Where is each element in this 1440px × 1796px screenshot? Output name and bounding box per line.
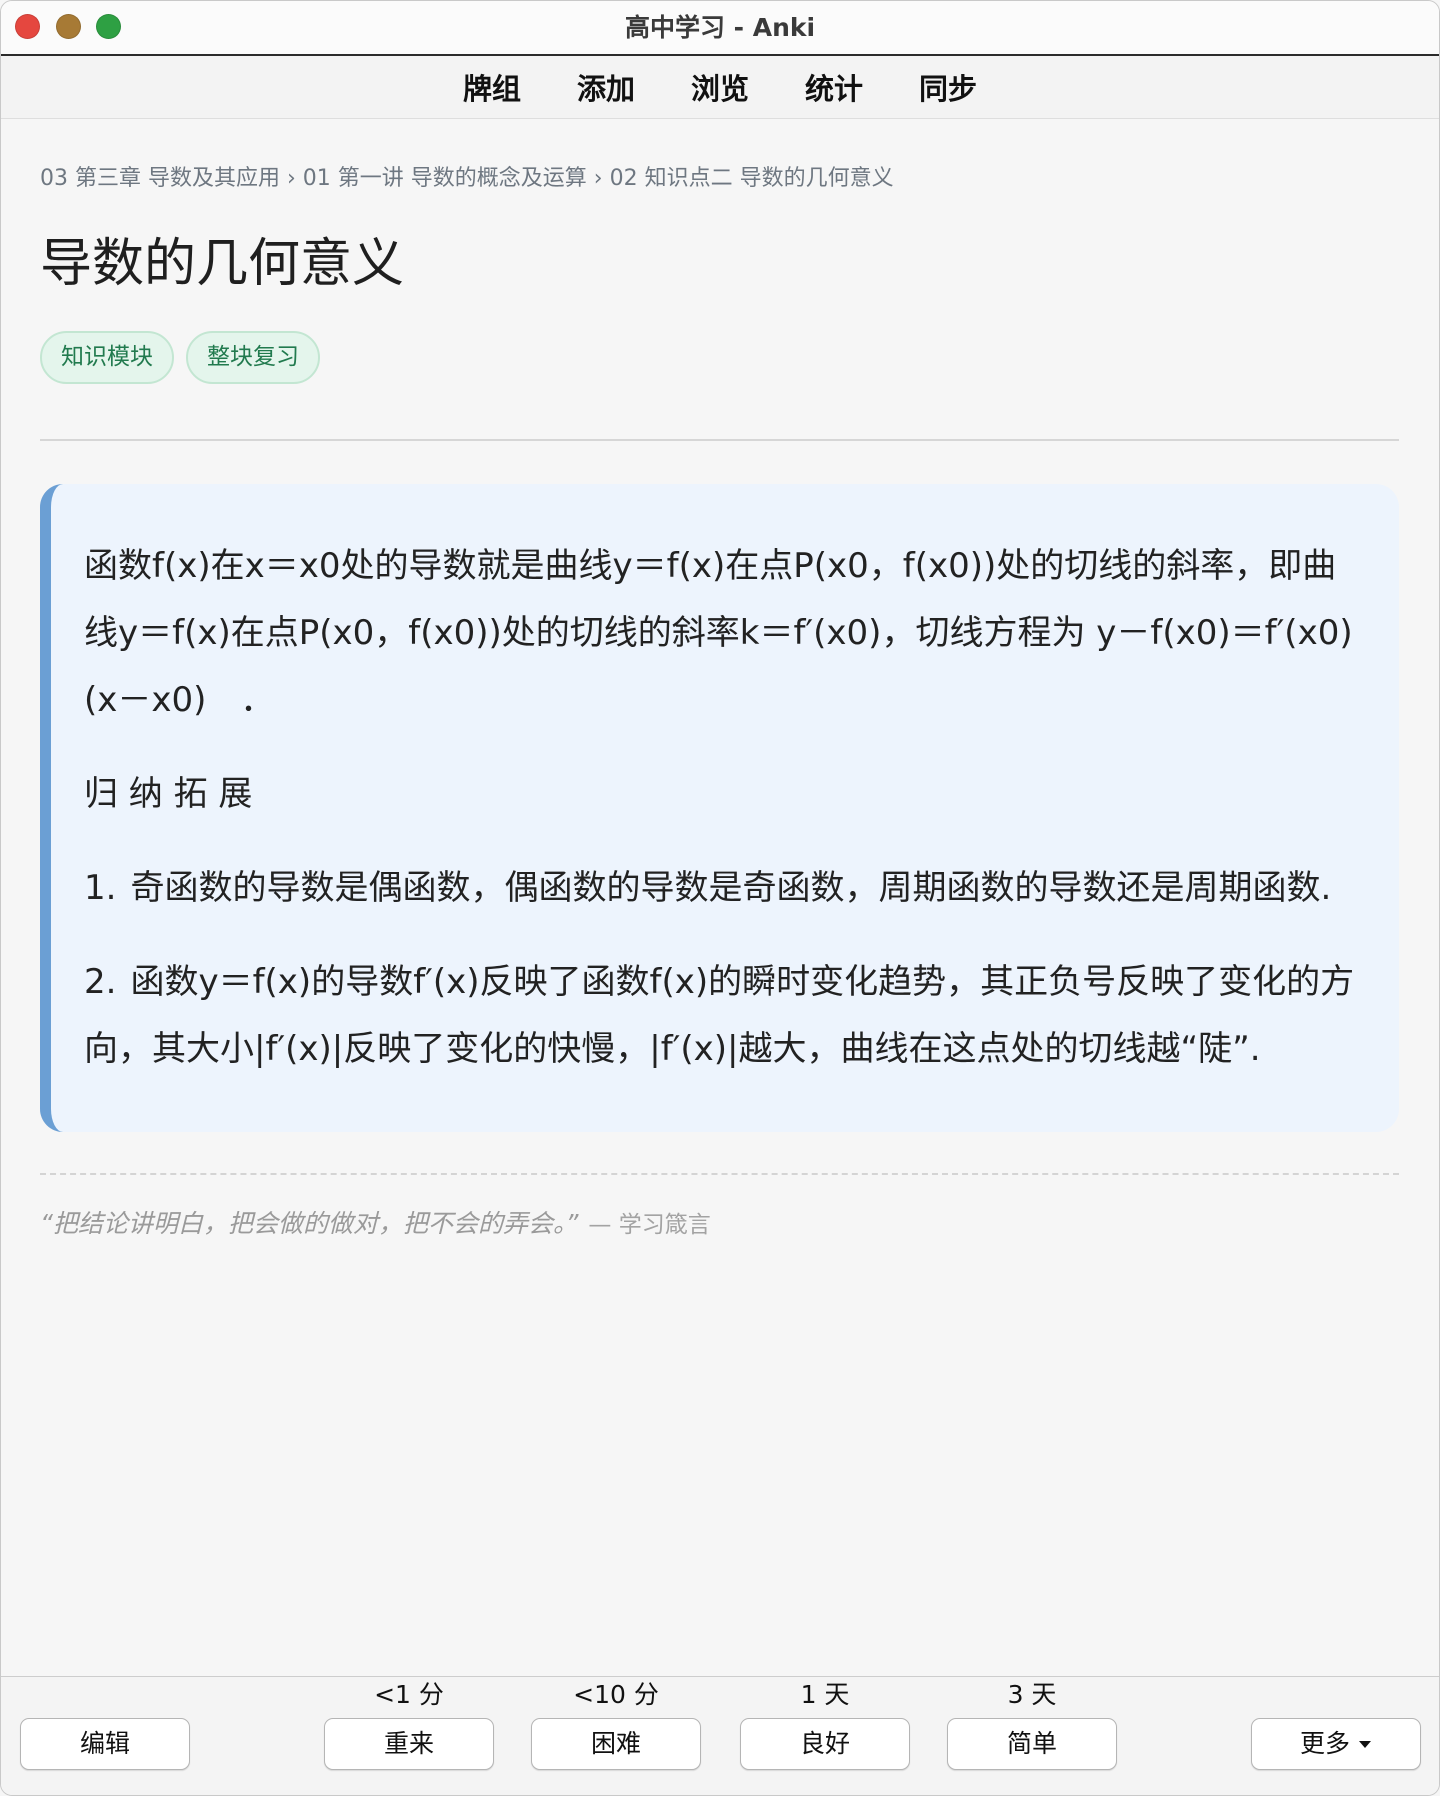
edit-button[interactable]: 编辑 [20, 1718, 190, 1770]
card-title: 导数的几何意义 [40, 234, 405, 294]
list-marker: 1. [84, 868, 117, 908]
list-marker: 2. [84, 962, 117, 1002]
title-bar: 高中学习 - Anki [1, 1, 1439, 56]
breadcrumb: 03 第三章 导数及其应用 › 01 第一讲 导数的概念及运算 › 02 知识点二 导数… [40, 164, 1399, 194]
card-answer-box: 函数f(x)在x＝x0处的导数就是曲线y＝f(x)在点P(x0，f(x0))处的… [40, 484, 1399, 1132]
again-button[interactable]: 重来 [324, 1718, 494, 1770]
list-item-text: 函数y＝f(x)的导数f′(x)反映了函数f(x)的瞬时变化趋势，其正负号反映了… [84, 962, 1355, 1069]
caret-down-icon [1359, 1741, 1371, 1748]
easy-button[interactable]: 简单 [947, 1718, 1117, 1770]
answer-hard-group: <10 分 困难 [531, 1677, 701, 1795]
again-interval: <1 分 [374, 1680, 444, 1709]
breadcrumb-separator: › [286, 166, 296, 191]
definition-text: 函数f(x)在x＝x0处的导数就是曲线y＝f(x)在点P(x0，f(x0))处的… [84, 546, 1353, 720]
toolbar-browse-link[interactable]: 浏览 [691, 66, 749, 108]
list-item: 2. 函数y＝f(x)的导数f′(x)反映了函数f(x)的瞬时变化趋势，其正负号反… [84, 949, 1359, 1083]
window-title: 高中学习 - Anki [624, 13, 816, 42]
answer-easy-group: 3 天 简单 [947, 1677, 1117, 1795]
anki-window: 高中学习 - Anki 牌组 添加 浏览 统计 同步 03 第三章 导数及其应用… [0, 0, 1440, 1796]
quote-attribution: — 学习箴言 [588, 1212, 711, 1238]
breadcrumb-item: 02 知识点二 导数的几何意义 [609, 166, 894, 191]
breadcrumb-separator: › [593, 166, 603, 191]
toolbar-add-link[interactable]: 添加 [577, 66, 635, 108]
review-content: 03 第三章 导数及其应用 › 01 第一讲 导数的概念及运算 › 02 知识点二 导数… [40, 119, 1399, 1240]
quote-text: “把结论讲明白，把会做的做对，把不会的弄会。” [40, 1209, 579, 1238]
tag-list: 知识模块 整块复习 [40, 331, 1399, 384]
main-toolbar: 牌组 添加 浏览 统计 同步 [1, 56, 1439, 119]
section-heading: 归 纳 拓 展 [84, 774, 253, 814]
toolbar-sync-link[interactable]: 同步 [919, 66, 977, 108]
toolbar-stats-link[interactable]: 统计 [805, 66, 863, 108]
breadcrumb-item: 03 第三章 导数及其应用 [40, 166, 280, 191]
good-button[interactable]: 良好 [740, 1718, 910, 1770]
tag-badge: 整块复习 [186, 331, 320, 384]
toolbar-decks-link[interactable]: 牌组 [463, 66, 521, 108]
answer-bar: 编辑 <1 分 重来 <10 分 困难 1 天 良好 3 天 简单 更多 [1, 1676, 1439, 1795]
more-button[interactable]: 更多 [1251, 1718, 1421, 1770]
horizontal-divider [40, 439, 1399, 441]
hard-interval: <10 分 [573, 1680, 659, 1709]
answer-good-group: 1 天 良好 [740, 1677, 910, 1795]
easy-interval: 3 天 [1007, 1680, 1057, 1709]
footer-quote: “把结论讲明白，把会做的做对，把不会的弄会。” — 学习箴言 [40, 1209, 1399, 1240]
list-item: 1. 奇函数的导数是偶函数，偶函数的导数是奇函数，周期函数的导数还是周期函数. [84, 855, 1359, 922]
good-interval: 1 天 [800, 1680, 850, 1709]
answer-again-group: <1 分 重来 [324, 1677, 494, 1795]
more-button-label: 更多 [1299, 1729, 1350, 1758]
tag-badge: 知识模块 [40, 331, 174, 384]
hard-button[interactable]: 困难 [531, 1718, 701, 1770]
list-item-text: 奇函数的导数是偶函数，偶函数的导数是奇函数，周期函数的导数还是周期函数. [130, 868, 1332, 908]
dashed-divider [40, 1173, 1399, 1175]
breadcrumb-item: 01 第一讲 导数的概念及运算 [302, 166, 587, 191]
